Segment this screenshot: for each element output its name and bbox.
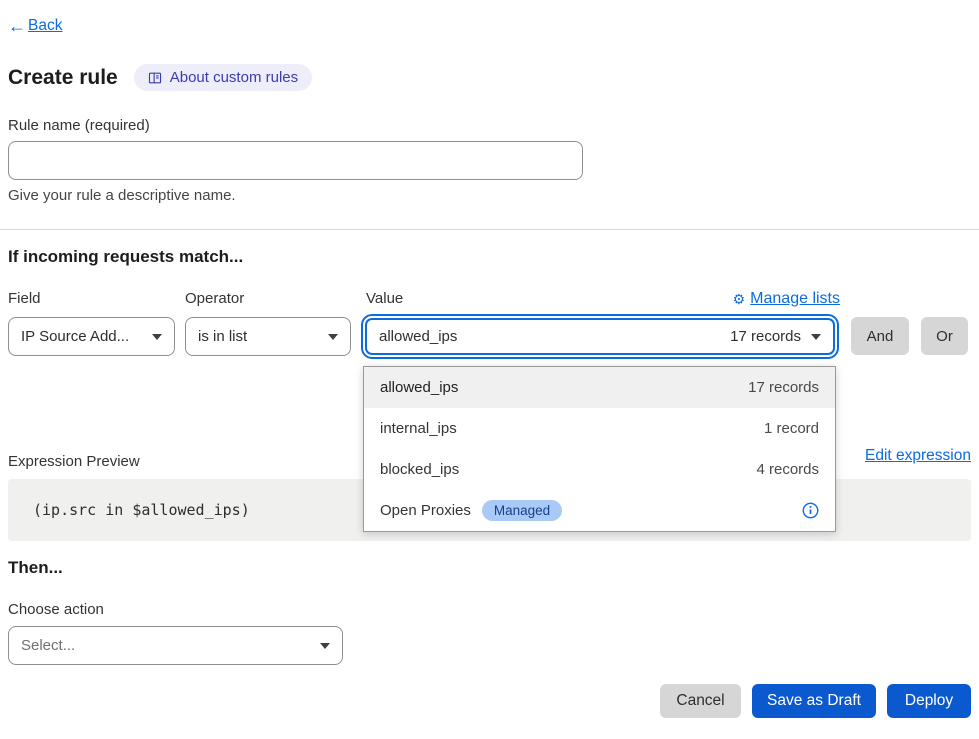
list-option-open-proxies[interactable]: Open Proxies Managed <box>364 490 835 531</box>
edit-expression-link[interactable]: Edit expression <box>865 447 971 465</box>
chevron-down-icon <box>328 334 338 340</box>
chevron-down-icon <box>811 334 821 340</box>
list-option-internal-ips[interactable]: internal_ips 1 record <box>364 408 835 449</box>
list-option-name: internal_ips <box>380 420 457 437</box>
about-custom-rules-link[interactable]: About custom rules <box>134 64 312 91</box>
deploy-button[interactable]: Deploy <box>887 684 971 718</box>
choose-action-label: Choose action <box>8 601 104 618</box>
or-button[interactable]: Or <box>921 317 968 355</box>
rule-name-label: Rule name (required) <box>8 117 150 134</box>
manage-lists-label: Manage lists <box>750 290 840 308</box>
page-title: Create rule <box>8 66 118 90</box>
back-label: Back <box>28 17 62 35</box>
info-icon[interactable] <box>802 502 819 519</box>
value-select[interactable]: allowed_ips 17 records <box>365 318 835 355</box>
operator-label: Operator <box>185 290 244 307</box>
list-option-name: blocked_ips <box>380 461 459 478</box>
chevron-down-icon <box>152 334 162 340</box>
expression-preview-label: Expression Preview <box>8 453 140 470</box>
rule-name-input[interactable] <box>8 141 583 180</box>
section-divider <box>0 229 979 230</box>
operator-select[interactable]: is in list <box>185 317 351 356</box>
list-option-blocked-ips[interactable]: blocked_ips 4 records <box>364 449 835 490</box>
title-row: Create rule About custom rules <box>8 64 312 91</box>
value-select-name: allowed_ips <box>379 328 457 345</box>
cancel-button[interactable]: Cancel <box>660 684 741 718</box>
value-select-count: 17 records <box>730 328 801 345</box>
action-select[interactable]: Select... <box>8 626 343 665</box>
gear-icon: ⚙ <box>733 291 746 308</box>
list-option-count: 17 records <box>748 379 819 396</box>
field-select-value: IP Source Add... <box>21 328 129 345</box>
about-custom-rules-label: About custom rules <box>170 69 298 86</box>
list-dropdown-menu: allowed_ips 17 records internal_ips 1 re… <box>363 366 836 532</box>
field-label: Field <box>8 290 41 307</box>
and-button[interactable]: And <box>851 317 909 355</box>
field-select[interactable]: IP Source Add... <box>8 317 175 356</box>
list-option-name: allowed_ips <box>380 379 458 396</box>
then-heading: Then... <box>8 558 63 578</box>
list-option-allowed-ips[interactable]: allowed_ips 17 records <box>364 367 835 408</box>
chevron-down-icon <box>320 643 330 649</box>
action-select-placeholder: Select... <box>21 637 75 654</box>
book-icon <box>148 71 162 85</box>
list-option-count: 4 records <box>756 461 819 478</box>
back-link[interactable]: ← Back <box>8 17 62 35</box>
value-label: Value <box>366 290 403 307</box>
back-arrow-icon: ← <box>8 17 26 35</box>
manage-lists-link[interactable]: ⚙ Manage lists <box>733 290 840 308</box>
match-heading: If incoming requests match... <box>8 247 243 267</box>
expression-code-text: (ip.src in $allowed_ips) <box>33 501 250 519</box>
list-option-name: Open Proxies <box>380 502 471 519</box>
list-option-count: 1 record <box>764 420 819 437</box>
managed-badge: Managed <box>482 500 562 521</box>
operator-select-value: is in list <box>198 328 247 345</box>
create-rule-page: ← Back Create rule About custom rules Ru… <box>0 0 979 739</box>
save-as-draft-button[interactable]: Save as Draft <box>752 684 876 718</box>
rule-name-helper: Give your rule a descriptive name. <box>8 187 236 204</box>
